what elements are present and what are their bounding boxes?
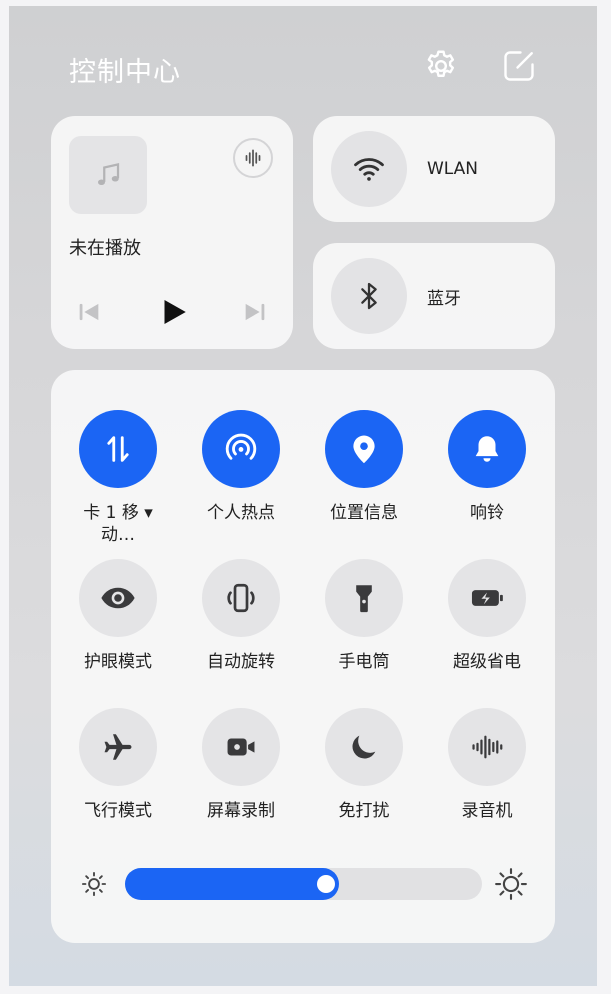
location-button[interactable] — [325, 410, 403, 488]
control-center: 控制中心 未在播放 WLAN 蓝牙 卡 1 移 ▾ 动… 个人热点 位置信息 响… — [9, 6, 597, 986]
tile-label: 响铃 — [470, 503, 504, 523]
location-pin-icon — [353, 435, 375, 464]
toggle-ringer[interactable]: 响铃 — [432, 410, 542, 524]
settings-button[interactable] — [421, 46, 461, 86]
sun-large-icon — [495, 868, 527, 900]
toggle-flashlight[interactable]: 手电筒 — [309, 559, 419, 673]
mobile-data-button[interactable] — [79, 410, 157, 488]
tile-label: 手电筒 — [338, 652, 390, 672]
page-title: 控制中心 — [69, 57, 181, 88]
bluetooth-icon — [361, 282, 377, 310]
sun-small-icon — [81, 871, 107, 897]
toggle-recorder[interactable]: 录音机 — [432, 708, 542, 822]
skip-next-icon — [245, 303, 265, 321]
bluetooth-card[interactable]: 蓝牙 — [313, 243, 555, 349]
hotspot-button[interactable] — [202, 410, 280, 488]
toggle-airplane-mode[interactable]: 飞行模式 — [63, 708, 173, 822]
gear-icon — [427, 50, 455, 77]
airplane-icon — [104, 734, 132, 760]
bluetooth-toggle[interactable] — [331, 258, 407, 334]
toggle-auto-rotate[interactable]: 自动旋转 — [186, 559, 296, 673]
wlan-label: WLAN — [427, 159, 479, 179]
tile-label: 自动旋转 — [207, 652, 275, 672]
quick-toggles-panel: 卡 1 移 ▾ 动… 个人热点 位置信息 响铃 护眼模式 自动旋转 手电筒 超级… — [51, 370, 555, 943]
ringer-button[interactable] — [448, 410, 526, 488]
play-icon — [164, 299, 186, 325]
bell-icon — [475, 436, 499, 462]
mobile-data-icon — [107, 436, 129, 462]
sound-wave-icon — [245, 149, 261, 167]
wlan-toggle[interactable] — [331, 131, 407, 207]
tile-label: 超级省电 — [453, 652, 521, 672]
brightness-low-icon — [77, 867, 111, 901]
toggle-mobile-data[interactable]: 卡 1 移 ▾ 动… — [63, 410, 173, 546]
wlan-card[interactable]: WLAN — [313, 116, 555, 222]
eye-comfort-button[interactable] — [79, 559, 157, 637]
next-track-button[interactable] — [235, 292, 275, 332]
auto-rotate-button[interactable] — [202, 559, 280, 637]
bluetooth-label: 蓝牙 — [427, 288, 461, 309]
tile-label: 位置信息 — [330, 503, 398, 523]
toggle-hotspot[interactable]: 个人热点 — [186, 410, 296, 524]
tile-label: 免打扰 — [338, 801, 390, 821]
toggle-battery-saver[interactable]: 超级省电 — [432, 559, 542, 673]
tile-label: 屏幕录制 — [207, 801, 275, 821]
airplane-mode-button[interactable] — [79, 708, 157, 786]
flashlight-button[interactable] — [325, 559, 403, 637]
hotspot-icon — [225, 433, 257, 460]
toggle-screen-record[interactable]: 屏幕录制 — [186, 708, 296, 822]
toggle-do-not-disturb[interactable]: 免打扰 — [309, 708, 419, 822]
brightness-slider-fill — [125, 868, 340, 900]
battery-saver-button[interactable] — [448, 559, 526, 637]
tile-label: 录音机 — [461, 801, 513, 821]
toggle-location[interactable]: 位置信息 — [309, 410, 419, 524]
tile-label: 个人热点 — [207, 503, 275, 523]
eye-icon — [101, 587, 135, 609]
toggle-eye-comfort[interactable]: 护眼模式 — [63, 559, 173, 673]
tile-label: 飞行模式 — [84, 801, 152, 821]
skip-previous-icon — [79, 303, 99, 321]
media-player-card[interactable]: 未在播放 — [51, 116, 293, 349]
tile-label: 护眼模式 — [84, 652, 152, 672]
play-button[interactable] — [153, 292, 193, 332]
edit-icon — [504, 51, 534, 81]
album-art — [69, 136, 147, 214]
sound-wave-icon — [472, 735, 503, 759]
recorder-button[interactable] — [448, 708, 526, 786]
previous-track-button[interactable] — [69, 292, 109, 332]
brightness-slider[interactable] — [125, 868, 482, 900]
wifi-icon — [354, 158, 384, 181]
tile-label: 卡 1 移 ▾ 动… — [83, 503, 153, 545]
moon-icon — [352, 735, 376, 759]
music-note-icon — [98, 162, 120, 185]
audio-output-button[interactable] — [233, 138, 273, 178]
playback-status: 未在播放 — [69, 238, 141, 259]
battery-saver-icon — [471, 590, 503, 606]
brightness-high-icon — [494, 867, 528, 901]
screen-record-icon — [227, 738, 255, 756]
flashlight-icon — [356, 585, 372, 613]
screen-record-button[interactable] — [202, 708, 280, 786]
do-not-disturb-button[interactable] — [325, 708, 403, 786]
auto-rotate-icon — [227, 583, 255, 613]
edit-button[interactable] — [499, 46, 539, 86]
